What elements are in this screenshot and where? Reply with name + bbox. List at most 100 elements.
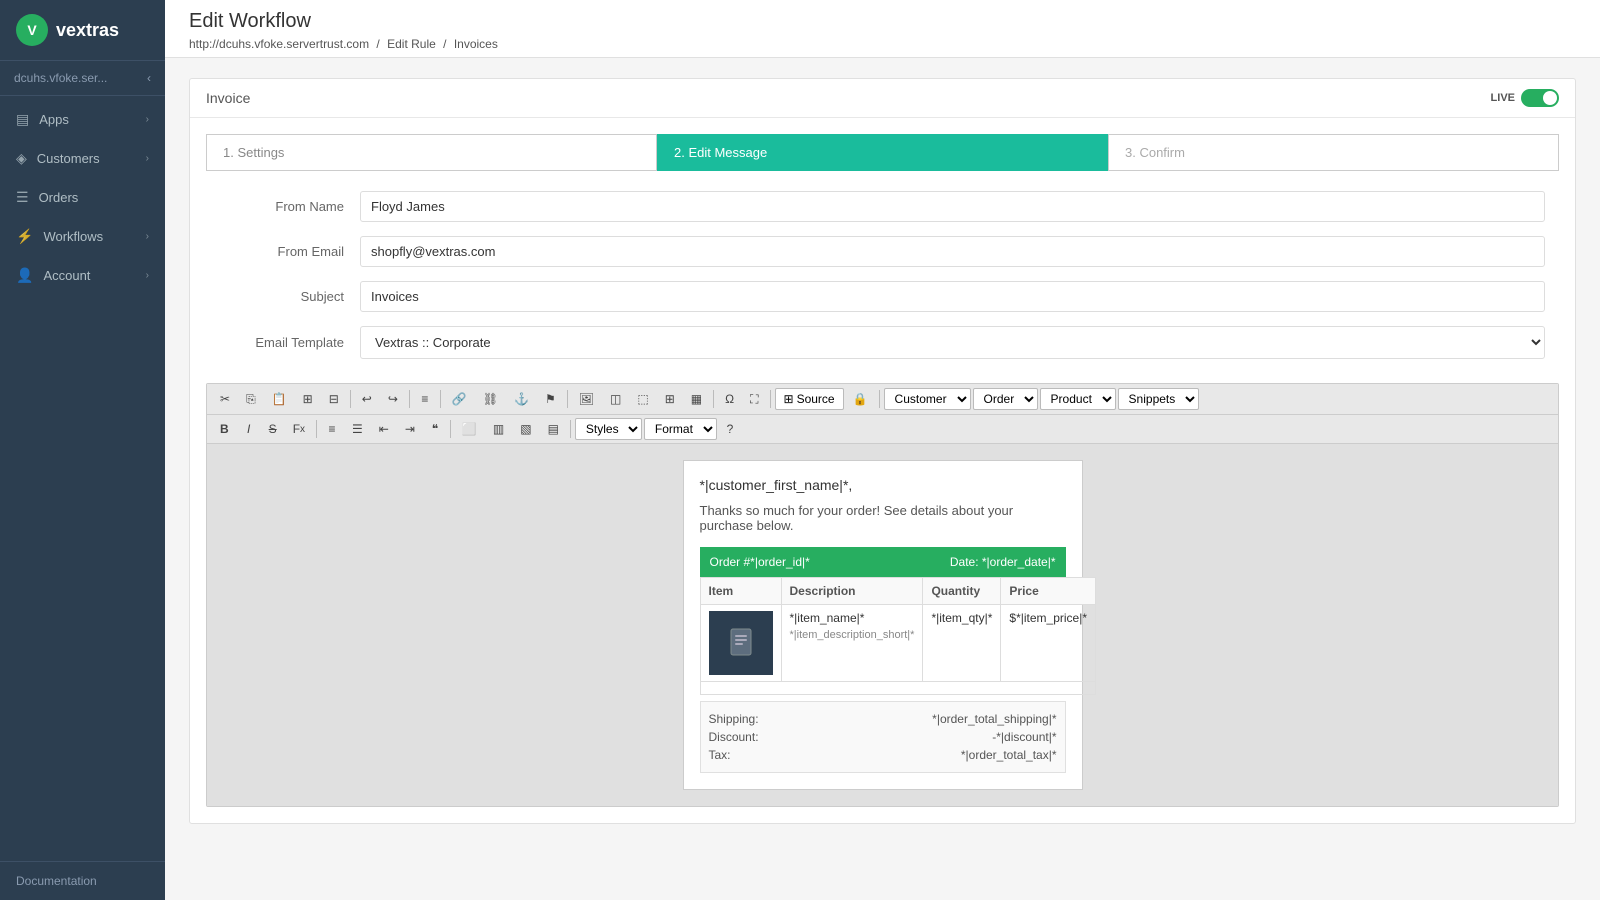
email-subtext: Thanks so much for your order! See detai… bbox=[700, 503, 1066, 533]
sidebar-nav: ▤ Apps › ◈ Customers › ☰ Orders ⚡ Workfl… bbox=[0, 96, 165, 861]
sidebar-item-account[interactable]: 👤 Account › bbox=[0, 256, 165, 295]
sidebar-footer-docs[interactable]: Documentation bbox=[0, 861, 165, 900]
live-label: LIVE bbox=[1491, 92, 1515, 104]
subject-input[interactable] bbox=[360, 281, 1545, 312]
shipping-value: *|order_total_shipping|* bbox=[932, 712, 1056, 726]
sidebar-item-apps[interactable]: ▤ Apps › bbox=[0, 100, 165, 139]
italic-button[interactable]: I bbox=[238, 418, 260, 440]
styles-dropdown[interactable]: Styles bbox=[575, 418, 642, 440]
link-button[interactable]: 🔗 bbox=[445, 388, 474, 410]
source-label: Source bbox=[797, 392, 835, 406]
item-desc: *|item_description_short|* bbox=[790, 629, 915, 641]
discount-row: Discount: -*|discount|* bbox=[709, 728, 1057, 746]
undo-button[interactable]: ↩ bbox=[355, 388, 379, 410]
page-body: Invoice LIVE 1. Settings 2. Edit Message… bbox=[165, 58, 1600, 900]
help-button[interactable]: ? bbox=[719, 418, 741, 440]
apps-icon: ▤ bbox=[16, 111, 29, 128]
from-email-input[interactable] bbox=[360, 236, 1545, 267]
tax-label: Tax: bbox=[709, 748, 731, 762]
unlink-button[interactable]: ⛓ bbox=[476, 388, 505, 410]
align-center-button[interactable]: ▥ bbox=[486, 418, 511, 440]
find-button[interactable]: ≡ bbox=[414, 388, 436, 410]
blockquote-button[interactable]: ❝ bbox=[424, 418, 446, 440]
order-dropdown[interactable]: Order bbox=[973, 388, 1038, 410]
increase-indent-button[interactable]: ⇥ bbox=[398, 418, 422, 440]
greeting-text: *|customer_first_name|*, bbox=[700, 477, 853, 493]
image-button[interactable]: 🖼 bbox=[572, 388, 601, 410]
form-row-from-name: From Name bbox=[220, 191, 1545, 222]
sidebar-item-orders[interactable]: ☰ Orders bbox=[0, 178, 165, 217]
main-content: Edit Workflow http://dcuhs.vfoke.servert… bbox=[165, 0, 1600, 900]
unordered-list-button[interactable]: ☰ bbox=[345, 418, 370, 440]
sidebar-item-label-account: Account bbox=[43, 268, 90, 283]
email-template-label: Email Template bbox=[220, 335, 360, 350]
item-row: *|item_name|* *|item_description_short|*… bbox=[700, 605, 1096, 682]
sidebar-item-customers[interactable]: ◈ Customers › bbox=[0, 139, 165, 178]
strikethrough-button[interactable]: S bbox=[262, 418, 284, 440]
customers-chevron-icon: › bbox=[146, 153, 149, 164]
snippets-dropdown[interactable]: Snippets bbox=[1118, 388, 1199, 410]
from-name-input[interactable] bbox=[360, 191, 1545, 222]
copy-button[interactable]: ⎘ bbox=[239, 388, 263, 410]
product-dropdown[interactable]: Product bbox=[1040, 388, 1116, 410]
anchor-button[interactable]: ⚓ bbox=[507, 388, 536, 410]
paste-word-button[interactable]: ⊟ bbox=[322, 388, 346, 410]
items-table: Item Description Quantity Price bbox=[700, 577, 1097, 695]
special-char-button[interactable]: Ω bbox=[718, 388, 741, 410]
cut-button[interactable]: ✂ bbox=[213, 388, 237, 410]
page-title: Edit Workflow bbox=[189, 10, 1576, 33]
flag-button[interactable]: ⚑ bbox=[538, 388, 563, 410]
email-template-select[interactable]: Vextras :: Corporate bbox=[360, 326, 1545, 359]
decrease-indent-button[interactable]: ⇤ bbox=[372, 418, 396, 440]
sidebar-account-item[interactable]: dcuhs.vfoke.ser... ‹ bbox=[0, 61, 165, 96]
breadcrumb-step2: Invoices bbox=[454, 37, 498, 51]
item-price-cell: $*|item_price|* bbox=[1001, 605, 1096, 682]
order-date-label: Date: *|order_date|* bbox=[950, 555, 1056, 569]
sidebar-logo: V vextras bbox=[0, 0, 165, 61]
align-justify-button[interactable]: ▤ bbox=[541, 418, 566, 440]
tax-row: Tax: *|order_total_tax|* bbox=[709, 746, 1057, 764]
step-confirm[interactable]: 3. Confirm bbox=[1108, 134, 1559, 171]
bold-button[interactable]: B bbox=[213, 418, 236, 440]
spacer-row bbox=[700, 682, 1096, 695]
item-image-cell bbox=[700, 605, 781, 682]
toggle-switch[interactable] bbox=[1521, 89, 1559, 107]
sidebar: V vextras dcuhs.vfoke.ser... ‹ ▤ Apps › … bbox=[0, 0, 165, 900]
redo-button[interactable]: ↪ bbox=[381, 388, 405, 410]
format-dropdown[interactable]: Format bbox=[644, 418, 717, 440]
step-settings[interactable]: 1. Settings bbox=[206, 134, 657, 171]
table-row-after[interactable]: ▦ bbox=[684, 388, 709, 410]
table-row-before[interactable]: ⊞ bbox=[658, 388, 682, 410]
subject-label: Subject bbox=[220, 289, 360, 304]
account-chevron-icon: ‹ bbox=[147, 71, 151, 85]
account-label: dcuhs.vfoke.ser... bbox=[14, 71, 107, 85]
from-email-label: From Email bbox=[220, 244, 360, 259]
ordered-list-button[interactable]: ≡ bbox=[321, 418, 343, 440]
align-right-button[interactable]: ▧ bbox=[513, 418, 538, 440]
col-price: Price bbox=[1001, 578, 1096, 605]
step-edit-message[interactable]: 2. Edit Message bbox=[657, 134, 1108, 171]
invoice-card-title: Invoice bbox=[206, 90, 250, 106]
source-button[interactable]: ⊞ Source bbox=[775, 388, 844, 410]
steps-nav: 1. Settings 2. Edit Message 3. Confirm bbox=[206, 134, 1559, 171]
live-toggle[interactable]: LIVE bbox=[1491, 89, 1559, 107]
paste-text-button[interactable]: ⊞ bbox=[296, 388, 320, 410]
sidebar-item-workflows[interactable]: ⚡ Workflows › bbox=[0, 217, 165, 256]
sidebar-item-label-apps: Apps bbox=[39, 112, 69, 127]
table-col-before[interactable]: ◫ bbox=[603, 388, 628, 410]
tb-sep5 bbox=[713, 390, 714, 408]
lock-button[interactable]: 🔒 bbox=[846, 388, 875, 410]
align-left-button[interactable]: ⬜ bbox=[455, 418, 484, 440]
order-header: Order #*|order_id|* Date: *|order_date|* bbox=[700, 547, 1066, 577]
table-col-after[interactable]: ⬚ bbox=[630, 388, 655, 410]
tb-sep6 bbox=[770, 390, 771, 408]
item-qty: *|item_qty|* bbox=[931, 611, 992, 625]
tb-sep1 bbox=[350, 390, 351, 408]
paste-button[interactable]: 📋 bbox=[265, 388, 294, 410]
fullscreen-button[interactable]: ⛶ bbox=[743, 388, 765, 410]
customer-dropdown[interactable]: Customer bbox=[884, 388, 971, 410]
col-description: Description bbox=[781, 578, 923, 605]
from-name-label: From Name bbox=[220, 199, 360, 214]
logo-icon: V bbox=[16, 14, 48, 46]
subscript-button[interactable]: Fx bbox=[286, 418, 312, 440]
